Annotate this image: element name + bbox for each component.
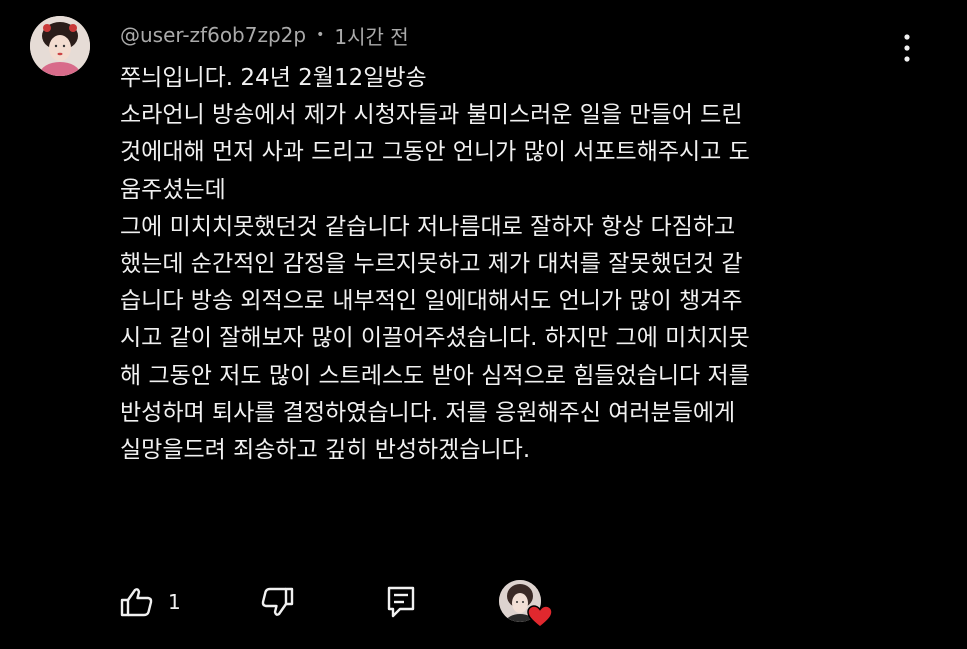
dislike-button[interactable] — [260, 575, 294, 629]
comment-line: 했는데 순간적인 감정을 누르지못하고 제가 대처를 잘못했던것 같 — [120, 251, 743, 278]
comment-line: 그에 미치치못했던것 같습니다 저나름대로 잘하자 항상 다짐하고 — [120, 213, 736, 240]
creator-heart-icon — [527, 605, 553, 628]
comment-item: @user-zf6ob7zp2p • 1시간 전 쭈늬입니다. 24년 2월12… — [0, 0, 967, 649]
thumbs-down-icon — [261, 587, 294, 616]
comment-line: 시고 같이 잘해보자 많이 이끌어주셨습니다. 하지만 그에 미치지못 — [120, 325, 750, 352]
like-count: 1 — [168, 590, 181, 614]
comment-line: 반성하며 퇴사를 결정하였습니다. 저를 응원해주신 여러분들에게 — [120, 399, 736, 426]
author-name[interactable]: @user-zf6ob7zp2p — [120, 23, 306, 47]
comment-timestamp[interactable]: 1시간 전 — [334, 21, 408, 50]
comment-line: 실망을드려 죄송하고 깊히 반성하겠습니다. — [120, 437, 531, 464]
like-button[interactable]: 1 — [120, 575, 181, 629]
comment-line: 습니다 방송 외적으로 내부적인 일에대해서도 언니가 많이 챙겨주 — [120, 288, 743, 315]
author-avatar[interactable] — [30, 16, 90, 76]
comment-line: 소라언니 방송에서 제가 시청자들과 불미스러운 일을 만들어 드린 — [120, 102, 743, 129]
creator-heart-badge — [499, 580, 553, 628]
reply-button[interactable] — [386, 575, 416, 629]
comment-line: 것에대해 먼저 사과 드리고 그동안 언니가 많이 서포트해주시고 도 — [120, 139, 750, 166]
comment-line: 해 그동안 저도 많이 스트레스도 받아 심적으로 힘들었습니다 저를 — [120, 362, 750, 389]
comment-text: 쭈늬입니다. 24년 2월12일방송 소라언니 방송에서 제가 시청자들과 불미… — [120, 60, 910, 469]
thumbs-up-icon — [120, 588, 153, 617]
comment-actions: 1 — [0, 575, 967, 629]
reply-comment-icon — [387, 586, 415, 618]
comment-line: 쭈늬입니다. 24년 2월12일방송 — [120, 65, 427, 91]
meta-separator: • — [316, 27, 325, 43]
comment-header: @user-zf6ob7zp2p • 1시간 전 — [120, 19, 409, 51]
comment-line: 움주셨는데 — [120, 176, 226, 203]
more-vertical-icon — [904, 34, 910, 62]
